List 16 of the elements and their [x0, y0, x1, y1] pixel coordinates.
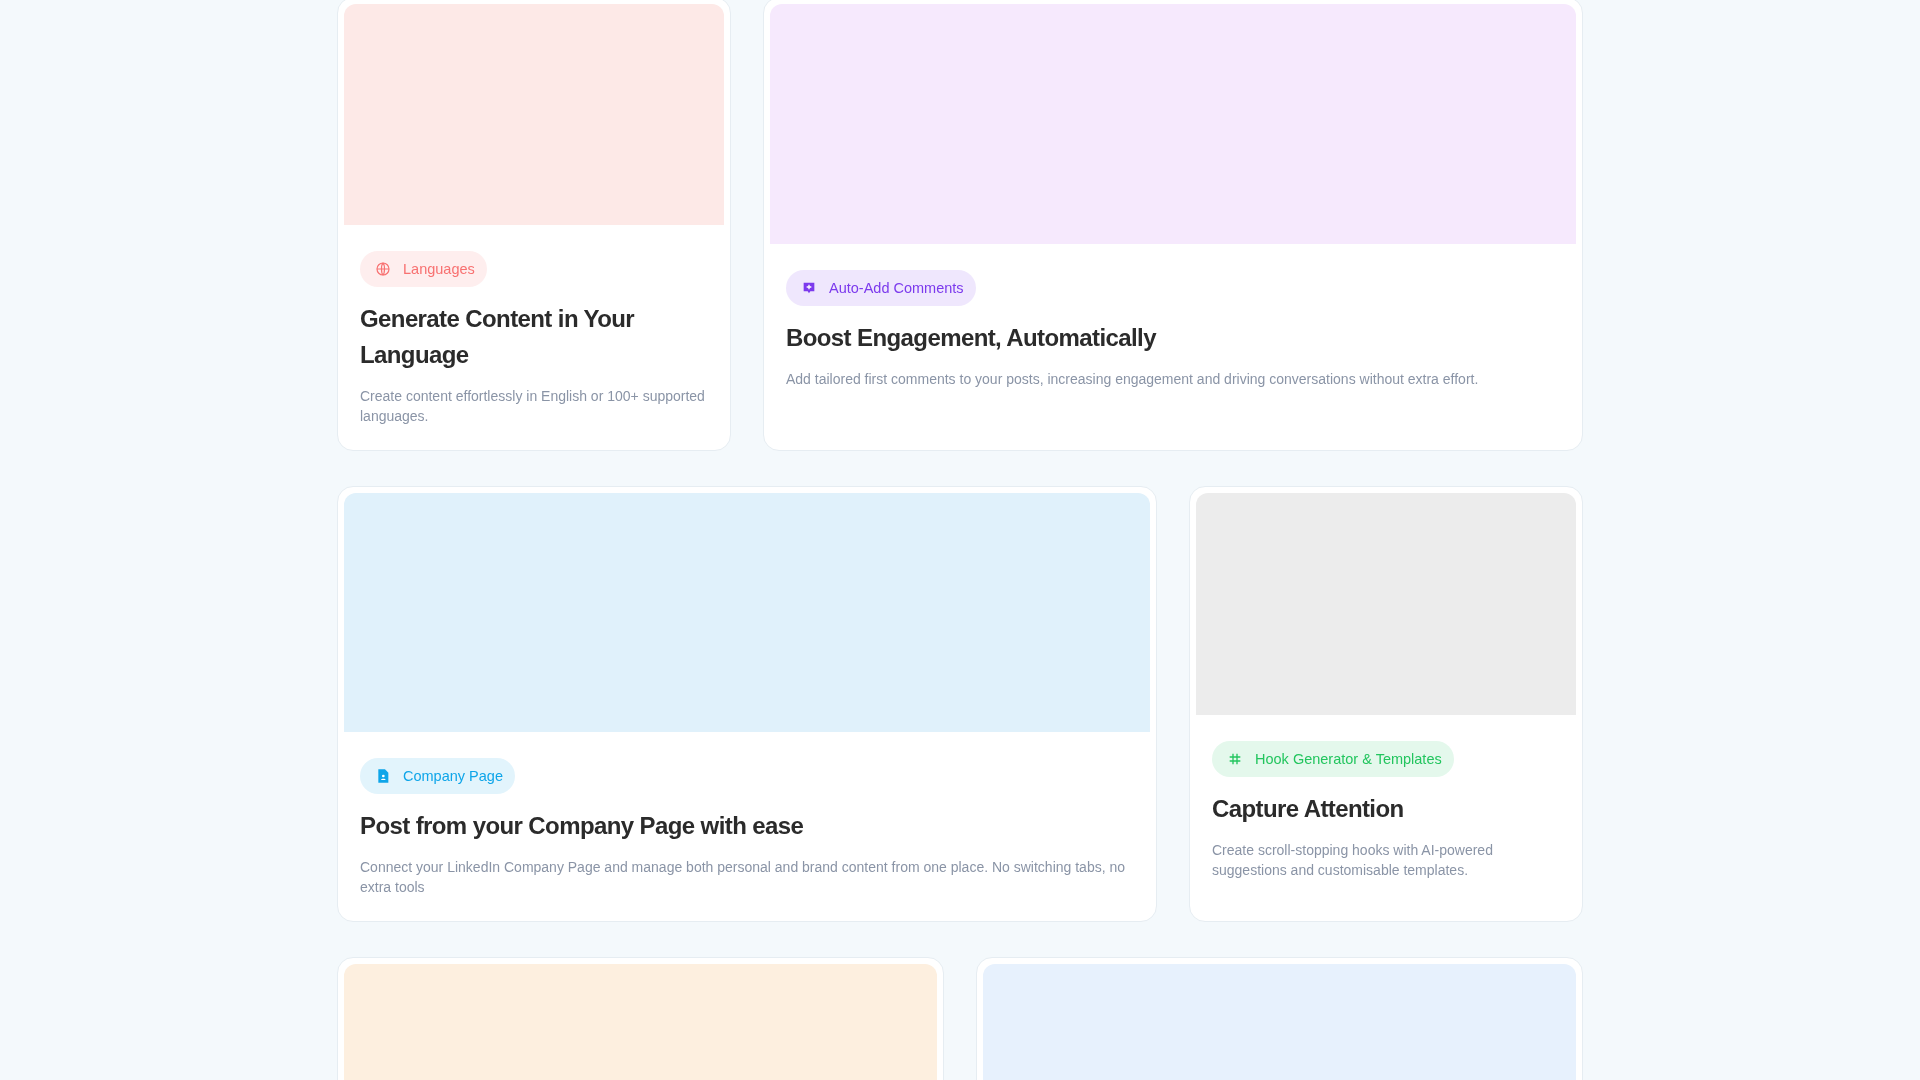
card-title: Capture Attention: [1212, 794, 1404, 824]
card-description: Create content effortlessly in English or 100+ supported languages.: [360, 387, 706, 426]
card-description: Create scroll-stopping hooks with AI-powered suggestions and customisable templates.: [1212, 841, 1494, 880]
card-description: Add tailored first comments to your posts, increasing engagement and driving conversations without extra effort.: [786, 370, 1479, 389]
card-title: Generate Content in Your Language: [360, 304, 636, 370]
globe-icon: [375, 261, 391, 277]
card-description: Connect your LinkedIn Company Page and manage both personal and brand content from one place. No switching tabs, no extra tools: [360, 858, 1127, 897]
card-title: Boost Engagement, Automatically: [786, 323, 1156, 353]
comment-plus-icon: [801, 280, 817, 296]
document-person-icon: [375, 768, 391, 784]
card-title: Post from your Company Page with ease: [360, 811, 804, 841]
feature-tag: Languages: [360, 251, 487, 287]
feature-tag: Company Page: [360, 758, 515, 794]
feature-tag: Hook Generator & Templates: [1212, 741, 1454, 777]
feature-tag: Auto-Add Comments: [786, 270, 976, 306]
hash-icon: [1227, 751, 1243, 767]
